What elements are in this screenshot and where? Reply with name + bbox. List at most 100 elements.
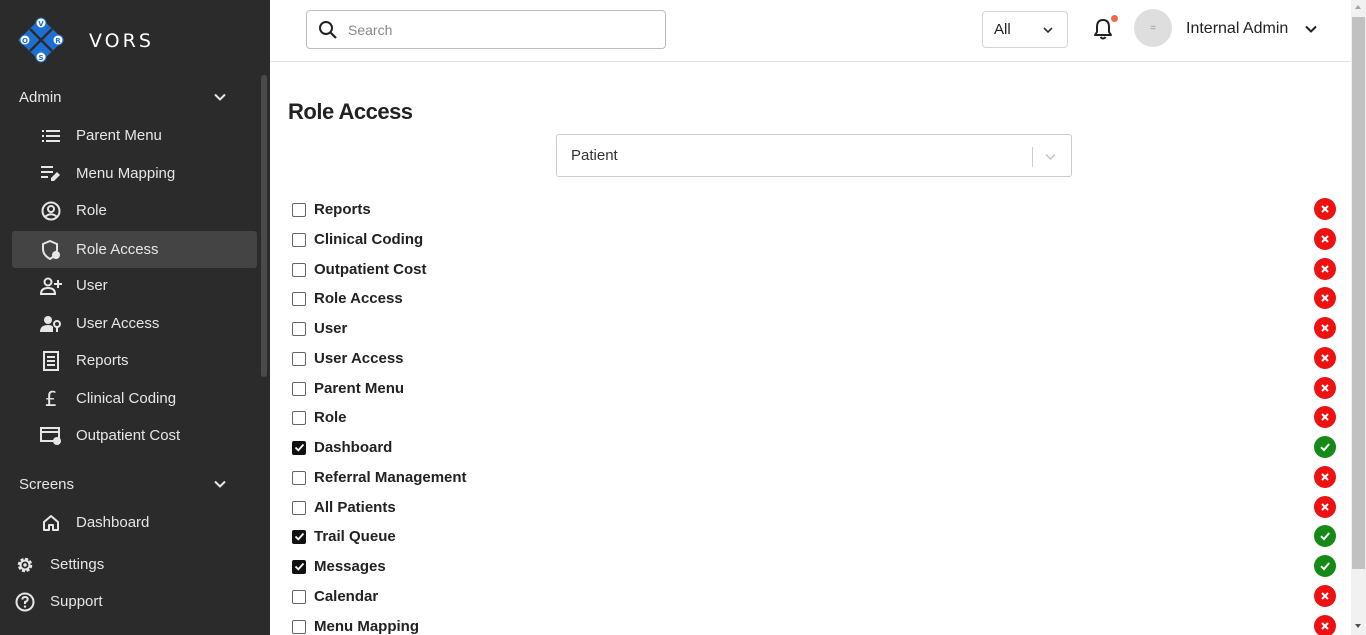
permission-label: Parent Menu [314, 380, 405, 397]
chevron-down-icon [214, 93, 226, 101]
permission-label: User Access [314, 350, 404, 367]
sidebar-item-dashboard[interactable]: Dashboard [12, 504, 257, 541]
permission-checkbox[interactable] [292, 440, 306, 455]
permission-label: Role Access [314, 290, 403, 307]
search-input[interactable] [348, 21, 648, 38]
sidebar-item-label: Parent Menu [76, 127, 162, 144]
role-select[interactable]: Patient [556, 134, 1072, 177]
chevron-down-icon [214, 480, 226, 488]
page-title: Role Access [288, 99, 413, 124]
permission-label: Trail Queue [314, 528, 396, 545]
top-bar: All = Internal Admin [270, 0, 1351, 62]
sidebar-section-admin[interactable]: Admin [0, 82, 250, 112]
home-icon [40, 512, 62, 534]
sidebar-section-screens[interactable]: Screens [0, 469, 250, 499]
list-icon [40, 125, 62, 147]
sidebar-item-label: Menu Mapping [76, 165, 176, 182]
cancel-circle-icon [1314, 198, 1336, 220]
permission-checkbox[interactable] [292, 262, 306, 277]
sidebar-item-clinical-coding[interactable]: £ Clinical Coding [12, 380, 257, 417]
cancel-circle-icon [1314, 228, 1336, 250]
cancel-circle-icon [1314, 377, 1336, 399]
edit-list-icon [40, 163, 62, 185]
filter-select[interactable]: All [982, 11, 1068, 48]
sidebar-item-label: Support [50, 593, 103, 610]
sidebar-item-support[interactable]: Support [0, 583, 245, 620]
permission-checkbox[interactable] [292, 619, 306, 634]
brand-name: VORS [89, 30, 154, 52]
logo-letter: R [55, 37, 61, 45]
person-key-icon [40, 313, 62, 335]
cancel-circle-icon [1314, 496, 1336, 518]
person-add-icon [40, 275, 62, 297]
permission-row: Role [288, 403, 1338, 432]
permission-label: Outpatient Cost [314, 261, 427, 278]
help-circle-icon [14, 591, 36, 613]
permission-checkbox[interactable] [292, 351, 306, 366]
permission-label: Calendar [314, 588, 379, 605]
permission-label: Clinical Coding [314, 231, 424, 248]
notification-dot [1111, 15, 1118, 22]
sidebar-item-role-access[interactable]: Role Access [12, 231, 257, 268]
permission-row: User [288, 314, 1338, 343]
permission-checkbox[interactable] [292, 470, 306, 485]
permission-checkbox[interactable] [292, 291, 306, 306]
permission-checkbox[interactable] [292, 381, 306, 396]
section-label: Screens [19, 475, 75, 493]
sidebar-scrollbar[interactable] [261, 75, 267, 377]
permission-row: Calendar [288, 582, 1338, 611]
permission-row: Messages [288, 552, 1338, 581]
permission-label: Referral Management [314, 469, 467, 486]
pound-icon: £ [44, 386, 58, 411]
sidebar-item-reports[interactable]: Reports [12, 342, 257, 379]
permission-checkbox[interactable] [292, 202, 306, 217]
sidebar-item-user[interactable]: User [12, 267, 257, 304]
section-label: Admin [19, 88, 62, 106]
check-circle-icon [1314, 555, 1336, 577]
permission-checkbox[interactable] [292, 559, 306, 574]
permission-row: Clinical Coding [288, 225, 1338, 254]
cancel-circle-icon [1314, 347, 1336, 369]
permission-row: Outpatient Cost [288, 255, 1338, 284]
chevron-down-icon [1045, 153, 1056, 161]
chevron-down-icon[interactable] [1303, 21, 1319, 37]
filter-value: All [994, 21, 1011, 38]
report-icon [40, 350, 62, 372]
permission-row: Parent Menu [288, 374, 1338, 403]
cancel-circle-icon [1314, 615, 1336, 635]
permission-checkbox[interactable] [292, 500, 306, 515]
permission-row: Role Access [288, 284, 1338, 313]
cancel-circle-icon [1314, 258, 1336, 280]
permission-checkbox[interactable] [292, 529, 306, 544]
search-box[interactable] [306, 10, 666, 49]
page-scrollbar[interactable] [1351, 0, 1366, 635]
sidebar-item-menu-mapping[interactable]: Menu Mapping [12, 155, 257, 192]
permission-row: Referral Management [288, 463, 1338, 492]
permission-checkbox[interactable] [292, 321, 306, 336]
user-name[interactable]: Internal Admin [1186, 20, 1288, 38]
permission-checkbox[interactable] [292, 589, 306, 604]
card-cost-icon [40, 425, 62, 447]
sidebar-item-role[interactable]: Role [12, 192, 257, 229]
vors-logo-icon[interactable]: V O R S [16, 16, 66, 64]
permission-checkbox[interactable] [292, 410, 306, 425]
sidebar-item-label: Clinical Coding [76, 390, 177, 407]
cancel-circle-icon [1314, 287, 1336, 309]
cancel-circle-icon [1314, 406, 1336, 428]
scrollbar-thumb[interactable] [1352, 17, 1365, 569]
sidebar-item-parent-menu[interactable]: Parent Menu [12, 117, 257, 154]
scroll-up-arrow-icon[interactable] [1355, 5, 1361, 9]
search-icon [319, 20, 337, 39]
sidebar-item-user-access[interactable]: User Access [12, 305, 257, 342]
gear-icon [14, 554, 36, 576]
permission-label: Role [314, 409, 347, 426]
sidebar-item-outpatient-cost[interactable]: Outpatient Cost [12, 417, 257, 454]
notifications-button[interactable] [1092, 15, 1118, 41]
shield-lock-icon [40, 239, 62, 261]
sidebar-item-label: Role [76, 202, 107, 219]
avatar[interactable]: = [1134, 9, 1172, 47]
scroll-down-arrow-icon[interactable] [1355, 624, 1361, 628]
cancel-circle-icon [1314, 585, 1336, 607]
permission-checkbox[interactable] [292, 232, 306, 247]
sidebar-item-settings[interactable]: Settings [0, 546, 245, 583]
